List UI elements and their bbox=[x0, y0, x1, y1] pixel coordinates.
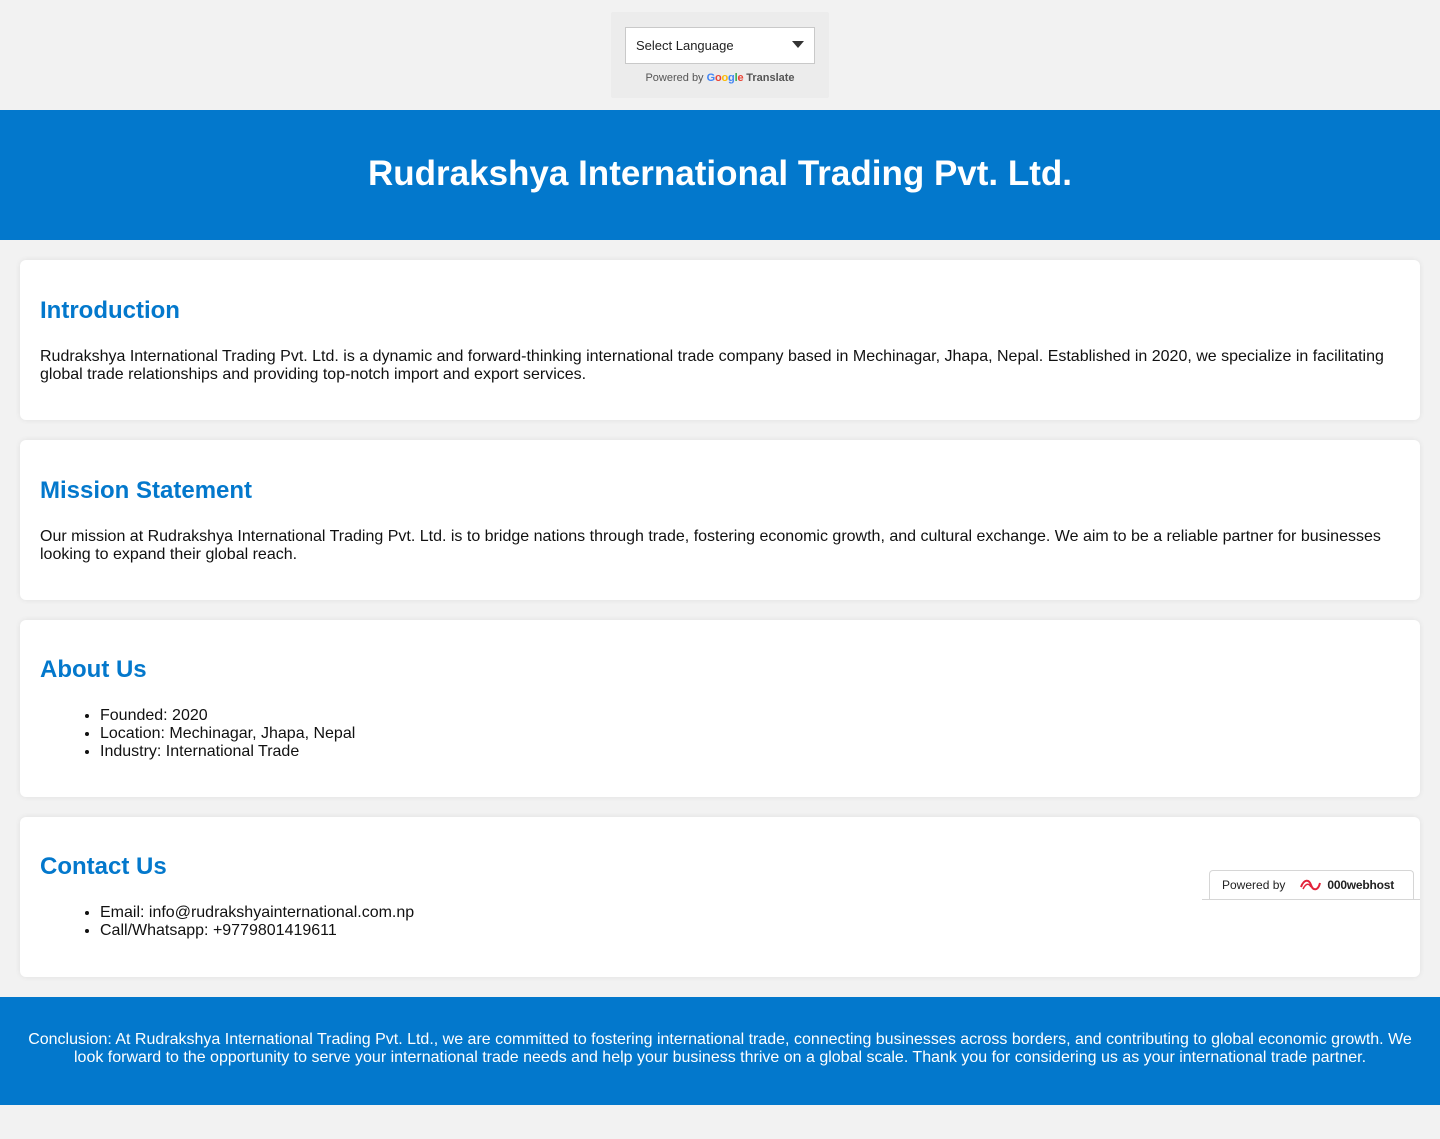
contact-list: Email: info@rudrakshyainternational.com.… bbox=[100, 904, 414, 940]
introduction-heading: Introduction bbox=[40, 297, 180, 324]
about-list: Founded: 2020 Location: Mechinagar, Jhap… bbox=[100, 707, 355, 761]
contact-card: Contact Us Email: info@rudrakshyainterna… bbox=[20, 817, 1420, 977]
about-card: About Us Founded: 2020 Location: Mechina… bbox=[20, 620, 1420, 797]
contact-email: Email: info@rudrakshyainternational.com.… bbox=[100, 904, 414, 922]
contact-phone: Call/Whatsapp: +9779801419611 bbox=[100, 922, 414, 940]
list-item: Industry: International Trade bbox=[100, 743, 355, 761]
mission-card: Mission Statement Our mission at Rudraks… bbox=[20, 440, 1420, 600]
contact-heading: Contact Us bbox=[40, 853, 167, 880]
translate-bar: Select Language Powered by Google Transl… bbox=[0, 0, 1440, 110]
badge-brand: 000webhost bbox=[1327, 878, 1395, 892]
translate-link[interactable]: Translate bbox=[746, 72, 794, 84]
footer-conclusion: Conclusion: At Rudrakshya International … bbox=[28, 1031, 1412, 1066]
page-title: Rudrakshya International Trading Pvt. Lt… bbox=[368, 154, 1072, 193]
powered-by-google: Powered by Google Translate bbox=[611, 72, 829, 84]
dropdown-arrow-icon bbox=[792, 41, 804, 48]
language-select-label: Select Language bbox=[636, 38, 734, 53]
introduction-text: Rudrakshya International Trading Pvt. Lt… bbox=[40, 348, 1384, 383]
webhost-logo-icon bbox=[1300, 879, 1322, 891]
google-logo[interactable]: Google bbox=[707, 72, 747, 84]
badge-powered-text: Powered by bbox=[1222, 878, 1286, 892]
site-header: Rudrakshya International Trading Pvt. Lt… bbox=[0, 110, 1440, 240]
mission-heading: Mission Statement bbox=[40, 477, 253, 504]
list-item: Location: Mechinagar, Jhapa, Nepal bbox=[100, 725, 355, 743]
webhost-badge[interactable]: Powered by 000webhost bbox=[1209, 870, 1414, 899]
google-translate-widget: Select Language Powered by Google Transl… bbox=[611, 12, 829, 98]
badge-divider bbox=[1202, 899, 1420, 900]
introduction-card: Introduction Rudrakshya International Tr… bbox=[20, 260, 1420, 420]
site-footer: Conclusion: At Rudrakshya International … bbox=[0, 997, 1440, 1105]
mission-text: Our mission at Rudrakshya International … bbox=[40, 528, 1381, 563]
about-heading: About Us bbox=[40, 656, 147, 683]
language-select[interactable]: Select Language bbox=[625, 27, 815, 64]
list-item: Founded: 2020 bbox=[100, 707, 355, 725]
powered-by-text: Powered by bbox=[645, 72, 704, 84]
